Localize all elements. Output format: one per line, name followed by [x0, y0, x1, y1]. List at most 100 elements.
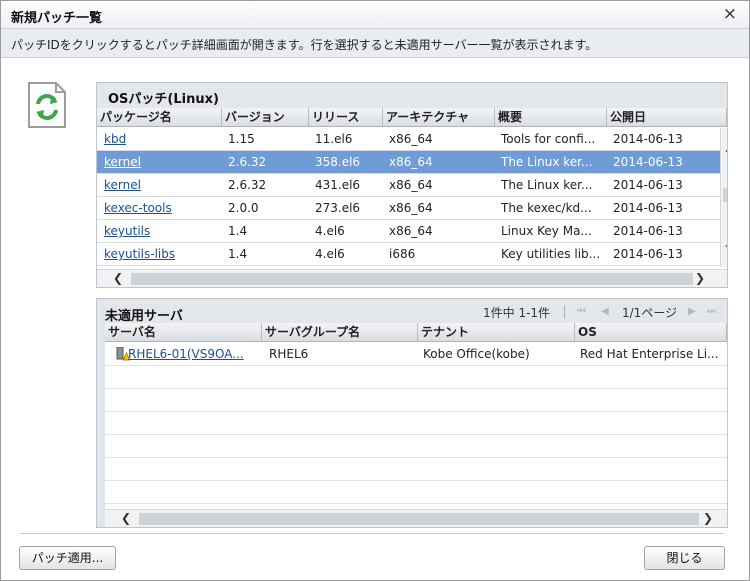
release-cell: 431.el6 — [315, 178, 361, 192]
arch-cell: x86_64 — [389, 132, 433, 146]
date-cell: 2014-06-13 — [613, 132, 683, 146]
next-page-icon[interactable]: ▶ — [688, 306, 696, 317]
arch-cell: x86_64 — [389, 224, 433, 238]
patch-row[interactable]: kexec-tools 2.0.0 273.el6 x86_64 The kexec/k… — [97, 197, 720, 220]
scroll-right-icon[interactable]: ❯ — [695, 272, 705, 284]
date-cell: 2014-06-13 — [613, 224, 683, 238]
os-patch-grid: パッケージ名 バージョン リリース アーキテクチャ 概要 公開日 kbd 1.15… — [97, 108, 727, 287]
title-bar: 新規パッチ一覧 × — [1, 1, 749, 29]
prev-page-icon[interactable]: ◀ — [601, 306, 609, 317]
server-header: サーバ名 サーバグループ名 テナント OS — [105, 323, 727, 342]
package-name-link[interactable]: kbd — [104, 128, 126, 150]
package-name-link[interactable]: keyutils — [104, 220, 150, 242]
os-patch-panel: OSパッチ(Linux) パッケージ名 バージョン リリース アーキテクチャ 概… — [96, 82, 728, 288]
os-patch-hscroll-thumb[interactable] — [131, 273, 693, 285]
column-summary[interactable]: 概要 — [495, 108, 607, 127]
release-cell: 4.el6 — [315, 224, 345, 238]
summary-cell: The Linux ker... — [501, 178, 593, 192]
scroll-right-icon[interactable]: ❯ — [703, 512, 713, 524]
column-architecture[interactable]: アーキテクチャ — [383, 108, 495, 127]
summary-cell: Tools for confi... — [501, 132, 596, 146]
os-cell: Red Hat Enterprise Li... — [580, 347, 719, 361]
scroll-up-icon[interactable]: ⌃ — [723, 148, 727, 160]
column-os[interactable]: OS — [575, 323, 727, 342]
arch-cell: i686 — [389, 247, 416, 261]
date-cell: 2014-06-13 — [613, 201, 683, 215]
version-cell: 2.6.32 — [228, 155, 267, 169]
scroll-down-icon[interactable]: ⌄ — [723, 238, 727, 250]
server-hscroll-thumb[interactable] — [139, 513, 699, 525]
empty-row — [105, 412, 727, 435]
column-version[interactable]: バージョン — [222, 108, 309, 127]
date-cell: 2014-06-13 — [613, 247, 683, 261]
patch-row[interactable]: kbd 1.15 11.el6 x86_64 Tools for confi... 201… — [97, 128, 720, 151]
server-hscroll[interactable]: ❮ ❯ — [105, 509, 727, 527]
os-patch-vscroll-thumb[interactable] — [723, 188, 727, 202]
package-name-link[interactable]: kexec-tools — [104, 197, 172, 219]
server-group-cell: RHEL6 — [269, 347, 309, 361]
os-patch-hscroll[interactable]: ❮ ❯ — [97, 269, 727, 287]
unapplied-servers-title: 未適用サーバ — [105, 309, 183, 324]
version-cell: 2.6.32 — [228, 178, 267, 192]
version-cell: 1.4 — [228, 247, 248, 261]
column-package-name[interactable]: パッケージ名 — [97, 108, 222, 127]
package-name-link[interactable]: kernel — [104, 151, 141, 173]
unapplied-servers-panel: 未適用サーバ 1件中 1-1件 ⏮ ◀ 1/1ページ ▶ ⏭ サーバ名 サーバグ… — [96, 298, 728, 528]
release-cell: 273.el6 — [315, 201, 361, 215]
dialog-title: 新規パッチ一覧 — [11, 11, 103, 26]
close-button[interactable]: 閉じる — [644, 546, 725, 570]
summary-cell: The kexec/kd... — [501, 201, 592, 215]
tenant-cell: Kobe Office(kobe) — [423, 347, 530, 361]
arch-cell: x86_64 — [389, 178, 433, 192]
server-grid: サーバ名 サーバグループ名 テナント OS RHEL6-01(VS9OA... R… — [105, 323, 727, 527]
os-patch-vscroll[interactable]: ⌃ ⌄ — [720, 128, 727, 267]
summary-cell: Linux Key Ma... — [501, 224, 592, 238]
arch-cell: x86_64 — [389, 201, 433, 215]
empty-row — [105, 435, 727, 458]
close-icon[interactable]: × — [723, 4, 737, 24]
server-name-link[interactable]: RHEL6-01(VS9OA... — [128, 343, 244, 365]
release-cell: 11.el6 — [315, 132, 353, 146]
version-cell: 2.0.0 — [228, 201, 259, 215]
last-page-icon[interactable]: ⏭ — [707, 306, 716, 317]
empty-row — [105, 458, 727, 481]
empty-row — [105, 389, 727, 412]
footer-divider — [19, 533, 725, 534]
apply-patch-button[interactable]: パッチ適用... — [19, 546, 116, 570]
info-bar: パッチIDをクリックするとパッチ詳細画面が開きます。行を選択すると未適用サーバー… — [1, 29, 749, 58]
release-cell: 358.el6 — [315, 155, 361, 169]
column-server-group[interactable]: サーバグループ名 — [262, 323, 418, 342]
os-patch-title: OSパッチ(Linux) — [108, 92, 219, 107]
release-cell: 4.el6 — [315, 247, 345, 261]
patch-row[interactable]: kernel 2.6.32 431.el6 x86_64 The Linux ker..… — [97, 174, 720, 197]
os-patch-header: パッケージ名 バージョン リリース アーキテクチャ 概要 公開日 — [97, 108, 727, 127]
patch-update-icon — [28, 82, 66, 128]
column-server-name[interactable]: サーバ名 — [105, 323, 262, 342]
pager-separator — [564, 305, 565, 319]
patch-row[interactable]: keyutils-libs 1.4 4.el6 i686 Key utilities l… — [97, 243, 720, 266]
info-text: パッチIDをクリックするとパッチ詳細画面が開きます。行を選択すると未適用サーバー… — [11, 38, 598, 52]
package-name-link[interactable]: kernel — [104, 174, 141, 196]
column-release[interactable]: リリース — [309, 108, 383, 127]
summary-cell: The Linux ker... — [501, 155, 593, 169]
first-page-icon[interactable]: ⏮ — [577, 306, 586, 317]
patch-row[interactable]: keyutils 1.4 4.el6 x86_64 Linux Key Ma... 201… — [97, 220, 720, 243]
package-name-link[interactable]: keyutils-libs — [104, 243, 175, 265]
server-row[interactable]: RHEL6-01(VS9OA... RHEL6 Kobe Office(kobe) R… — [105, 343, 727, 366]
version-cell: 1.4 — [228, 224, 248, 238]
column-tenant[interactable]: テナント — [418, 323, 575, 342]
empty-row — [105, 481, 727, 504]
version-cell: 1.15 — [228, 132, 255, 146]
patch-row[interactable]: kernel 2.6.32 358.el6 x86_64 The Linux ker..… — [97, 151, 720, 174]
scroll-left-icon[interactable]: ❮ — [121, 512, 131, 524]
page-indicator: 1/1ページ — [622, 306, 678, 320]
arch-cell: x86_64 — [389, 155, 433, 169]
empty-row — [105, 366, 727, 389]
summary-cell: Key utilities lib... — [501, 247, 601, 261]
date-cell: 2014-06-13 — [613, 178, 683, 192]
new-patch-list-dialog: 新規パッチ一覧 × パッチIDをクリックするとパッチ詳細画面が開きます。行を選択… — [0, 0, 750, 581]
scroll-left-icon[interactable]: ❮ — [113, 272, 123, 284]
server-count: 1件中 1-1件 — [483, 306, 551, 320]
column-published-date[interactable]: 公開日 — [607, 108, 727, 127]
date-cell: 2014-06-13 — [613, 155, 683, 169]
